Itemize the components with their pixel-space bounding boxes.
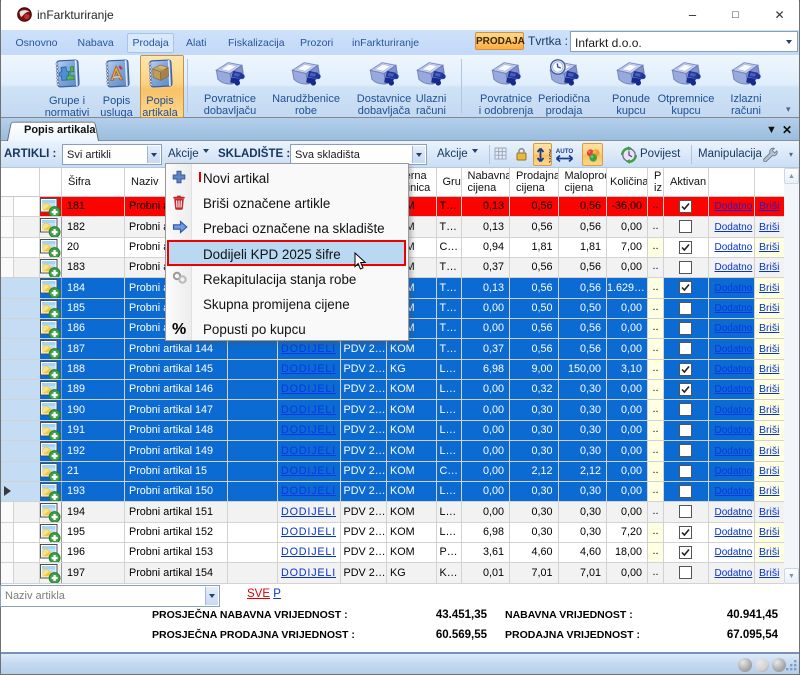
svg-text:AUTO: AUTO (556, 148, 574, 155)
svg-text:AUTO: AUTO (547, 149, 551, 163)
